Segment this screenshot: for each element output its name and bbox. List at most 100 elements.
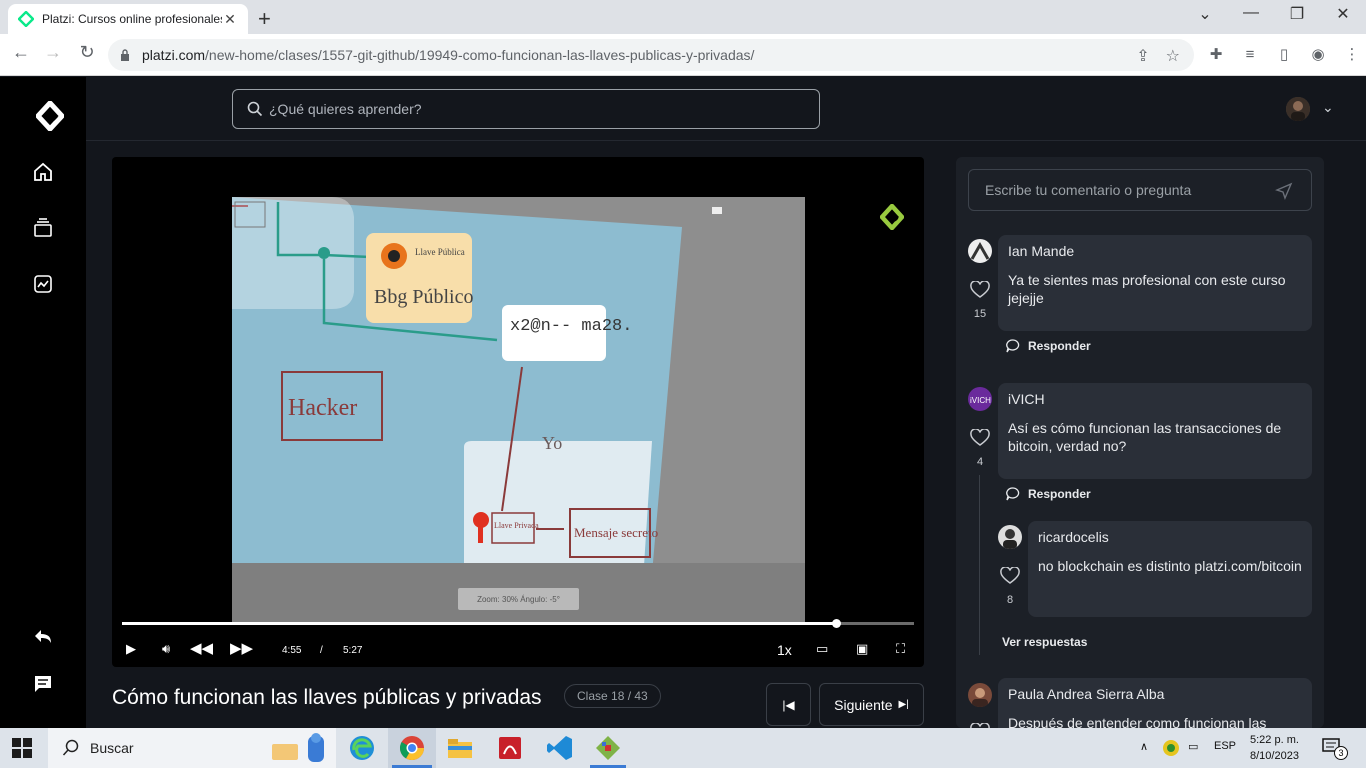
search-input[interactable] [269, 101, 789, 117]
like-count: 15 [973, 308, 987, 320]
avatar[interactable] [968, 683, 992, 707]
back-icon[interactable]: ← [8, 42, 34, 63]
avatar-ricardo-icon [998, 525, 1022, 549]
window-close-icon[interactable]: ✕ [1320, 4, 1366, 24]
previous-icon: |◀ [782, 697, 795, 712]
user-avatar[interactable] [1286, 97, 1310, 121]
comment-input[interactable]: Escribe tu comentario o pregunta [968, 169, 1312, 211]
side-panel-icon[interactable]: ▯ [1274, 46, 1294, 64]
secret-message-label: Mensaje secreto [574, 525, 658, 540]
whiteboard-drawing: Llave Pública Bbg Público x2@n-- ma28. H… [232, 197, 805, 623]
thread-line [979, 475, 980, 655]
hacker-label: Hacker [288, 395, 357, 421]
reply-label: Responder [1028, 339, 1091, 353]
site-header: ⌄ [86, 77, 1366, 141]
account-menu-chevron-icon[interactable]: ⌄ [1322, 99, 1334, 116]
avatar[interactable]: iVICH [968, 387, 992, 411]
comment-author: Ian Mande [1008, 243, 1075, 259]
notification-count: 3 [1334, 746, 1348, 760]
platzi-favicon-icon [18, 11, 34, 27]
show-hidden-icons-icon[interactable]: ∧ [1140, 740, 1148, 753]
like-button[interactable]: 4 [968, 428, 992, 468]
new-tab-icon[interactable]: + [258, 6, 271, 32]
taskbar-search[interactable]: Buscar [48, 728, 336, 768]
chat-icon[interactable] [32, 673, 54, 695]
me-label: Yo [542, 433, 562, 453]
reply-button[interactable]: Responder [1006, 487, 1091, 501]
progress-fill [122, 622, 837, 625]
go-back-icon[interactable] [32, 625, 54, 647]
volume-icon[interactable]: 🔊︎ [162, 641, 170, 657]
media-controls-icon[interactable]: ≡ [1240, 46, 1260, 64]
video-progress-bar[interactable] [122, 619, 914, 628]
previous-class-button[interactable]: |◀ [766, 683, 811, 726]
notifications-button[interactable]: 3 [1322, 738, 1348, 760]
tray-app-icon[interactable] [1162, 739, 1180, 757]
share-icon[interactable]: ⇪ [1136, 46, 1149, 66]
reply-button[interactable]: Responder [1006, 339, 1091, 353]
like-count: 4 [976, 456, 984, 468]
like-button[interactable]: 15 [968, 280, 992, 320]
private-key-label: Llave Privada [494, 521, 539, 530]
fast-forward-icon[interactable]: ▶▶ [230, 639, 253, 657]
svg-text:iVICH: iVICH [970, 396, 991, 405]
avatar[interactable] [998, 525, 1022, 549]
tab-close-icon[interactable]: ✕ [222, 11, 238, 28]
comment-input-placeholder: Escribe tu comentario o pregunta [985, 182, 1192, 198]
video-player[interactable]: Llave Pública Bbg Público x2@n-- ma28. H… [112, 157, 924, 667]
see-replies-link[interactable]: Ver respuestas [1002, 635, 1087, 649]
rewind-icon[interactable]: ◀◀ [190, 639, 213, 657]
browser-tab[interactable]: Platzi: Cursos online profesionales ✕ [8, 4, 248, 34]
public-key-value: Bbg Público [374, 286, 473, 308]
like-button[interactable]: 8 [998, 566, 1022, 606]
avatar-paula-icon [968, 683, 992, 707]
battery-icon[interactable]: ▭ [1188, 740, 1198, 753]
reload-icon[interactable]: ↻ [74, 42, 100, 63]
browser-menu-icon[interactable]: ⋮ [1342, 46, 1362, 64]
browser-toolbar: ← → ↻ platzi.com/new-home/clases/1557-gi… [0, 34, 1366, 76]
clock-time: 5:22 p. m. [1250, 734, 1299, 746]
fullscreen-icon[interactable]: ⛶ [896, 641, 905, 657]
picture-in-picture-icon[interactable]: ▣ [856, 641, 868, 657]
address-bar[interactable]: platzi.com/new-home/clases/1557-git-gith… [108, 39, 1194, 71]
next-icon: ▶| [898, 699, 909, 710]
chrome-icon[interactable] [398, 734, 426, 762]
platzi-logo-icon[interactable] [36, 101, 64, 131]
acrobat-icon[interactable] [496, 734, 524, 762]
taskbar-clock[interactable]: 5:22 p. m. 8/10/2023 [1250, 732, 1299, 764]
progress-chart-icon[interactable] [32, 273, 54, 295]
forward-icon[interactable]: → [40, 42, 66, 63]
taskbar-search-label: Buscar [90, 740, 134, 756]
home-icon[interactable] [32, 161, 54, 183]
course-search[interactable] [232, 89, 820, 129]
like-count: 8 [1006, 594, 1014, 606]
heart-icon [1000, 566, 1020, 584]
bookmark-star-icon[interactable]: ☆ [1166, 46, 1180, 66]
avatar[interactable] [968, 239, 992, 263]
progress-knob[interactable] [832, 619, 842, 628]
extensions-icon[interactable]: ✚ [1206, 46, 1226, 64]
edge-icon[interactable] [348, 734, 376, 762]
tab-search-chevron-icon[interactable]: ⌄ [1182, 4, 1228, 24]
profile-icon[interactable]: ◉ [1308, 46, 1328, 64]
comment-author: iVICH [1008, 391, 1045, 407]
file-explorer-icon[interactable] [446, 734, 474, 762]
git-icon[interactable] [594, 734, 622, 762]
reply-bubble-icon [1006, 339, 1020, 353]
language-indicator[interactable]: ESP [1214, 740, 1236, 752]
comment-text: Así es cómo funcionan las transacciones … [1008, 420, 1282, 454]
play-icon[interactable]: ▶ [126, 641, 136, 657]
public-key-label: Llave Pública [415, 247, 465, 257]
restore-icon[interactable]: ❐ [1274, 4, 1320, 24]
zoom-info-tag: Zoom: 30% Ángulo: -5° [458, 588, 579, 610]
windows-start-icon[interactable] [12, 738, 32, 758]
courses-icon[interactable] [32, 217, 54, 239]
captions-icon[interactable]: ▭ [816, 641, 828, 657]
playback-speed[interactable]: 1x [777, 642, 792, 658]
next-class-button[interactable]: Siguiente ▶| [819, 683, 924, 726]
vscode-icon[interactable] [546, 734, 574, 762]
reply-bubble: ricardocelis no blockchain es distinto p… [1028, 521, 1312, 617]
minimize-icon[interactable]: — [1228, 4, 1274, 22]
send-icon[interactable] [1275, 182, 1293, 200]
video-controls: ▶ 🔊︎ ◀◀ ▶▶ 4:55 / 5:27 1x ▭ ▣ ⛶ [112, 635, 924, 667]
